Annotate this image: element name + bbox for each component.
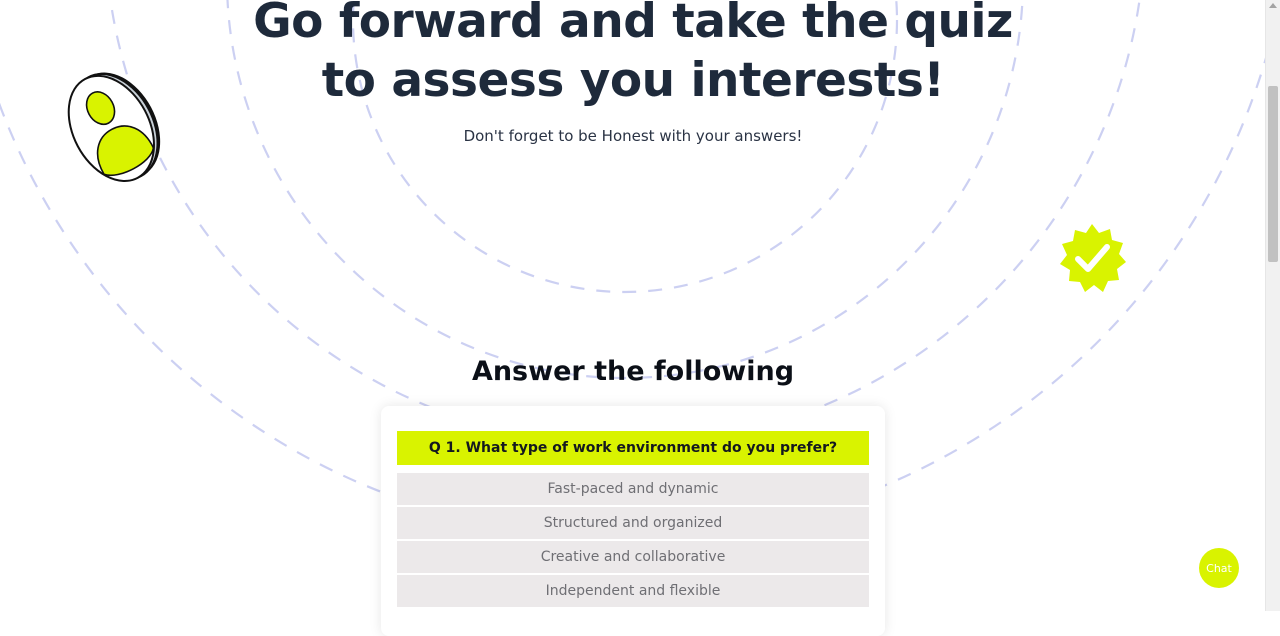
verified-badge-icon xyxy=(1060,224,1126,292)
answer-options: Fast-paced and dynamic Structured and or… xyxy=(397,473,869,609)
hero-title-line1: Go forward and take the quiz xyxy=(253,0,1013,49)
answer-option[interactable]: Structured and organized xyxy=(397,507,869,539)
page-scrollbar[interactable] xyxy=(1265,0,1280,611)
chat-button[interactable]: Chat xyxy=(1199,548,1239,588)
answer-option[interactable]: Creative and collaborative xyxy=(397,541,869,573)
scrollbar-thumb[interactable] xyxy=(1268,86,1278,262)
hero-title: Go forward and take the quiz to assess y… xyxy=(0,0,1266,110)
section-title: Answer the following xyxy=(471,356,795,387)
answer-option[interactable]: Independent and flexible xyxy=(397,575,869,607)
quiz-question: Q 1. What type of work environment do yo… xyxy=(397,431,869,465)
answer-option[interactable]: Fast-paced and dynamic xyxy=(397,473,869,505)
hero-subtitle: Don't forget to be Honest with your answ… xyxy=(463,127,803,145)
quiz-card: Q 1. What type of work environment do yo… xyxy=(381,406,885,636)
hero-title-line2: to assess you interests! xyxy=(321,53,945,108)
scroll-up-arrow-icon[interactable] xyxy=(1269,3,1277,8)
